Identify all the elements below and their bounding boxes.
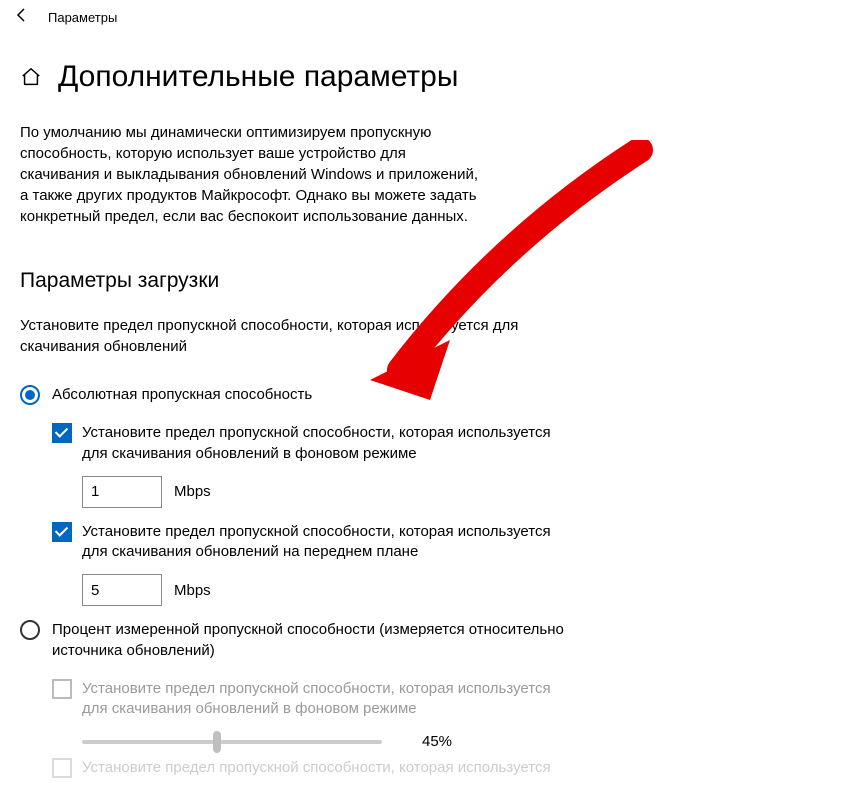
checkbox-bg-limit[interactable] [52, 423, 72, 443]
checkbox-pct-bg [52, 679, 72, 699]
slider-bg-thumb [213, 731, 221, 753]
fg-unit-label: Mbps [174, 582, 211, 599]
checkbox-pct-fg [52, 758, 72, 778]
absolute-sub-block: Установите предел пропускной способности… [52, 423, 841, 606]
check-row-fg: Установите предел пропускной способности… [52, 522, 841, 563]
section-desc: Установите предел пропускной способности… [20, 315, 580, 357]
titlebar-label: Параметры [48, 10, 117, 25]
bg-limit-input[interactable] [82, 476, 162, 508]
slider-bg [82, 740, 382, 744]
home-icon[interactable] [20, 66, 42, 88]
checkbox-bg-label: Установите предел пропускной способности… [82, 423, 562, 464]
heading-row: Дополнительные параметры [20, 60, 841, 94]
content: Дополнительные параметры По умолчанию мы… [0, 34, 861, 779]
checkbox-pct-fg-label: Установите предел пропускной способности… [82, 758, 551, 778]
input-row-bg: Mbps [82, 476, 841, 508]
fg-limit-input[interactable] [82, 574, 162, 606]
titlebar: Параметры [0, 0, 861, 34]
radio-percent-label: Процент измеренной пропускной способност… [52, 620, 592, 661]
radio-row-absolute: Абсолютная пропускная способность [20, 385, 841, 405]
check-row-bg: Установите предел пропускной способности… [52, 423, 841, 464]
percent-sub-block: Установите предел пропускной способности… [52, 679, 841, 779]
radio-row-percent: Процент измеренной пропускной способност… [20, 620, 841, 661]
page-title: Дополнительные параметры [58, 60, 458, 94]
slider-row-bg: 45% [82, 733, 841, 750]
slider-bg-value: 45% [422, 733, 452, 750]
intro-text: По умолчанию мы динамически оптимизируем… [20, 122, 480, 227]
radio-absolute-label: Абсолютная пропускная способность [52, 385, 312, 405]
input-row-fg: Mbps [82, 574, 841, 606]
radio-absolute[interactable] [20, 385, 40, 405]
section-title: Параметры загрузки [20, 269, 841, 293]
checkbox-pct-bg-label: Установите предел пропускной способности… [82, 679, 562, 720]
bg-unit-label: Mbps [174, 483, 211, 500]
checkbox-fg-label: Установите предел пропускной способности… [82, 522, 562, 563]
checkbox-fg-limit[interactable] [52, 522, 72, 542]
check-row-pct-fg: Установите предел пропускной способности… [52, 758, 841, 778]
back-button[interactable] [8, 7, 36, 28]
check-row-pct-bg: Установите предел пропускной способности… [52, 679, 841, 720]
radio-percent[interactable] [20, 620, 40, 640]
